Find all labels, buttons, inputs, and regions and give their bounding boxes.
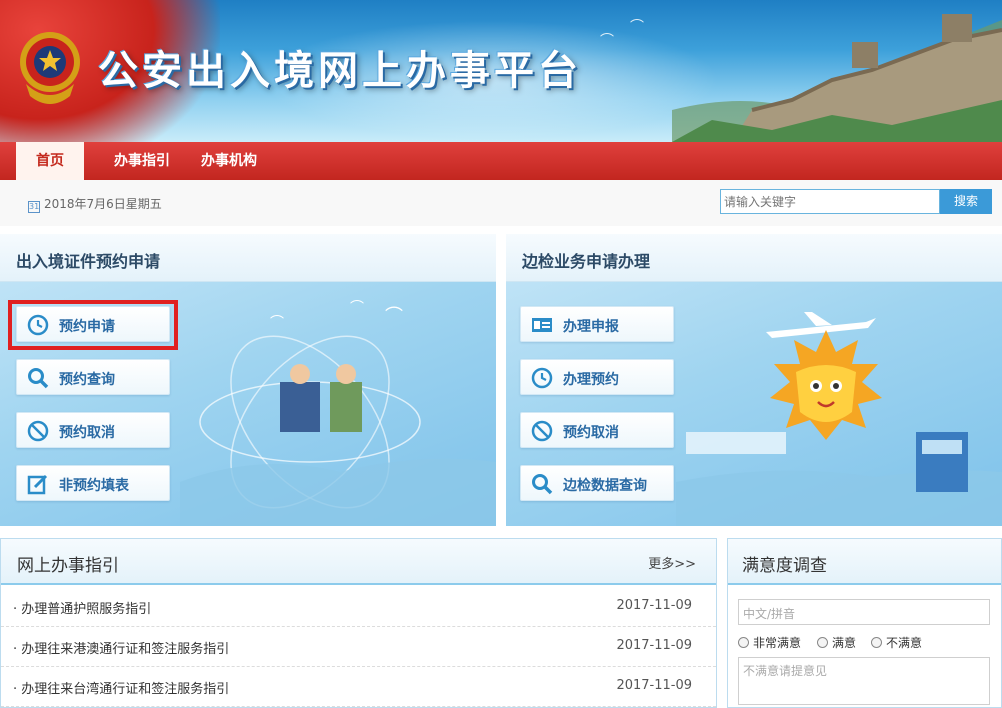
svg-text:⌒: ⌒ [385, 306, 403, 327]
guide-item-date: 2017-11-09 [616, 678, 692, 693]
list-item[interactable]: · 办理往来台湾通行证和签注服务指引 2017-11-09 [1, 667, 716, 707]
panel-title: 出入境证件预约申请 [16, 252, 161, 271]
border-data-query-button[interactable]: 边检数据查询 [520, 465, 674, 501]
panel-header: 出入境证件预约申请 [0, 234, 496, 282]
date-text: 2018年7月6日星期五 [44, 197, 162, 211]
search-input[interactable] [720, 189, 940, 214]
mascot-illustration [676, 312, 1002, 526]
handle-appointment-button[interactable]: 办理预约 [520, 359, 674, 395]
radio-icon [817, 637, 828, 648]
declaration-button[interactable]: 办理申报 [520, 306, 674, 342]
bird-icon: ⌒ [600, 33, 614, 49]
appointment-cancel-button[interactable]: 预约取消 [16, 412, 170, 448]
guide-header: 网上办事指引 更多>> [1, 539, 716, 585]
radio-label: 不满意 [886, 636, 923, 650]
survey-title: 满意度调查 [742, 556, 827, 576]
guide-item-title[interactable]: · 办理普通护照服务指引 [13, 598, 151, 617]
button-label: 非预约填表 [59, 478, 129, 494]
radio-satisfied[interactable]: 满意 [817, 634, 856, 651]
edit-icon [27, 474, 48, 495]
main-nav: 首页 办事指引 办事机构 [0, 142, 1002, 180]
search-icon [532, 474, 553, 495]
button-label: 预约查询 [59, 372, 115, 388]
nav-item-home[interactable]: 首页 [16, 142, 84, 180]
survey-header: 满意度调查 [728, 539, 1001, 585]
button-label: 预约取消 [59, 425, 115, 441]
site-title: 公安出入境网上办事平台 [98, 47, 582, 94]
cancel-appointment-button[interactable]: 预约取消 [520, 412, 674, 448]
nav-item-agencies[interactable]: 办事机构 [201, 142, 257, 180]
radio-very-satisfied[interactable]: 非常满意 [738, 634, 801, 651]
more-link[interactable]: 更多>> [648, 553, 696, 572]
svg-text:⌒: ⌒ [270, 315, 284, 331]
passport-appointment-panel: 出入境证件预约申请 ⌒ ⌒ ⌒ 预约申请 预约查询 预约取消 非预约填表 [0, 234, 496, 526]
radio-label: 非常满意 [753, 636, 802, 650]
header-banner: 公安出入境网上办事平台 ⌒ ⌒ [0, 0, 1002, 142]
list-item[interactable]: · 办理普通护照服务指引 2017-11-09 [1, 587, 716, 627]
guide-item-date: 2017-11-09 [616, 598, 692, 613]
panel-title: 边检业务申请办理 [522, 252, 651, 271]
clock-icon [531, 367, 553, 389]
list-item[interactable]: · 办理往来港澳通行证和签注服务指引 2017-11-09 [1, 627, 716, 667]
guide-title: 网上办事指引 [17, 556, 119, 576]
officer-illustration: ⌒ ⌒ ⌒ [180, 300, 496, 526]
search-button[interactable]: 搜索 [940, 189, 992, 214]
non-appointment-form-button[interactable]: 非预约填表 [16, 465, 170, 501]
radio-unsatisfied[interactable]: 不满意 [871, 634, 922, 651]
online-guide-section: 网上办事指引 更多>> · 办理普通护照服务指引 2017-11-09 · 办理… [0, 538, 717, 708]
guide-item-title[interactable]: · 办理往来港澳通行证和签注服务指引 [13, 638, 229, 657]
border-inspection-panel: 边检业务申请办理 办理申报 办理预约 预约取消 边检数据查询 [506, 234, 1002, 526]
guide-item-title[interactable]: · 办理往来台湾通行证和签注服务指引 [13, 678, 229, 697]
button-label: 办理申报 [563, 319, 619, 335]
radio-icon [738, 637, 749, 648]
highlight-box [8, 300, 178, 350]
nav-item-guide[interactable]: 办事指引 [114, 142, 170, 180]
date-display: 31 2018年7月6日星期五 [28, 195, 162, 213]
name-input[interactable]: 中文/拼音 [738, 599, 990, 625]
button-label: 边检数据查询 [563, 478, 647, 494]
panel-header: 边检业务申请办理 [506, 234, 1002, 282]
comment-textarea[interactable]: 不满意请提意见 [738, 657, 990, 705]
svg-text:⌒: ⌒ [350, 300, 364, 316]
bird-icon: ⌒ [630, 19, 644, 35]
police-emblem-icon [20, 32, 80, 104]
radio-icon [871, 637, 882, 648]
cancel-icon [531, 420, 553, 442]
id-card-icon [532, 318, 552, 332]
great-wall-illustration [672, 14, 1002, 142]
guide-item-date: 2017-11-09 [616, 638, 692, 653]
satisfaction-survey: 满意度调查 中文/拼音 非常满意 满意 不满意 不满意请提意见 [727, 538, 1002, 708]
search-icon [28, 368, 49, 389]
button-label: 预约取消 [563, 425, 619, 441]
appointment-query-button[interactable]: 预约查询 [16, 359, 170, 395]
calendar-icon: 31 [28, 201, 40, 213]
cancel-icon [27, 420, 49, 442]
button-label: 办理预约 [563, 372, 619, 388]
radio-label: 满意 [832, 636, 857, 650]
